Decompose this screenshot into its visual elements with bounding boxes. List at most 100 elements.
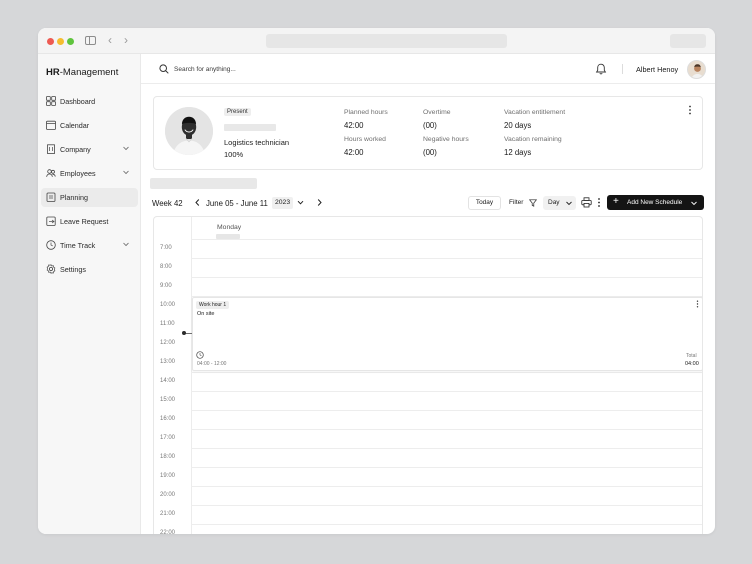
hour-gridline [191,448,702,449]
hour-label: 15:00 [160,397,176,403]
sidebar-item-label: Planning [60,193,88,202]
sidebar-item-calendar[interactable]: Calendar [41,116,138,135]
sidebar-item-employees[interactable]: Employees [41,164,138,183]
day-calendar: Monday 7:00 8:00 9:00 10:00 11:00 12:00 13:00 1… [153,216,703,534]
sidebar-item-settings[interactable]: Settings [41,260,138,279]
year-select[interactable]: 2023 [272,197,294,209]
hour-gridline [191,372,702,373]
hour-gridline [191,410,702,411]
chevron-down-icon[interactable] [122,240,130,248]
hour-label: 12:00 [160,340,176,346]
event-total-label: Total [686,353,697,359]
planned-hours-value: 42:00 [344,121,364,130]
chevron-down-icon [691,201,697,206]
vacation-remaining-label: Vacation remaining [504,136,562,143]
view-select[interactable]: Day [543,196,576,210]
maximize-window-button[interactable] [67,38,74,45]
filter-button[interactable]: Filter [505,196,541,210]
filter-icon [529,199,537,207]
employee-role: Logistics technician [224,138,290,147]
hour-gridline [191,277,702,278]
hour-label: 22:00 [160,530,176,534]
today-button[interactable]: Today [468,196,501,210]
search-input[interactable] [174,62,374,76]
hours-worked-value: 42:00 [344,148,364,157]
plus-icon: + [613,196,619,207]
close-window-button[interactable] [47,38,54,45]
chevron-down-icon[interactable] [122,168,130,176]
add-new-schedule-button[interactable]: + Add New Schedule [607,195,704,210]
more-vertical-icon[interactable] [596,197,602,208]
sidebar-item-label: Calendar [60,121,90,130]
calendar-icon [46,120,56,130]
sidebar-item-dashboard[interactable]: Dashboard [41,92,138,111]
week-label: Week 42 [152,199,183,208]
sidebar-item-company[interactable]: Company [41,140,138,159]
back-arrow-icon[interactable]: ‹ [108,33,112,47]
building-icon [47,144,55,154]
event-time-range: 04:00 - 12:00 [197,361,227,367]
hour-label: 13:00 [160,359,176,365]
sidebar-toggle-icon[interactable] [85,36,96,45]
sidebar-item-label: Time Track [60,241,96,250]
sidebar-item-label: Settings [60,265,86,274]
search-icon [159,64,169,74]
planned-hours-label: Planned hours [344,109,388,116]
bell-icon[interactable] [595,63,607,75]
chevron-down-icon [566,201,572,206]
hours-worked-label: Hours worked [344,136,386,143]
gear-icon [46,264,56,274]
address-bar[interactable] [266,34,507,48]
chevron-right-icon[interactable] [315,198,324,207]
overtime-label: Overtime [423,109,451,116]
sidebar-item-time-track[interactable]: Time Track [41,236,138,255]
hour-label: 16:00 [160,416,176,422]
event-tag: Work hour 1 [196,301,230,309]
hour-label: 19:00 [160,473,176,479]
chevron-down-icon[interactable] [296,198,305,207]
minimize-window-button[interactable] [57,38,64,45]
hour-gridline [191,467,702,468]
print-icon[interactable] [581,197,592,208]
hour-gridline [191,429,702,430]
hour-label: 8:00 [160,264,172,270]
user-name[interactable]: Albert Henoy [636,65,678,74]
hour-gridline [191,391,702,392]
sidebar-item-planning[interactable]: Planning [41,188,138,207]
app-window: ‹ › HR-Management Dashboard Calendar Com… [38,28,715,534]
forward-arrow-icon[interactable]: › [124,33,128,47]
chevron-left-icon[interactable] [193,198,202,207]
hour-label: 20:00 [160,492,176,498]
hour-label: 14:00 [160,378,176,384]
hour-label: 9:00 [160,283,172,289]
current-time-indicator [182,331,186,335]
employee-workload: 100% [224,150,244,159]
more-vertical-icon[interactable] [687,105,693,115]
hour-label: 11:00 [160,321,175,327]
browser-action-button[interactable] [670,34,706,48]
browser-titlebar: ‹ › [38,28,715,54]
sidebar-item-leave-request[interactable]: Leave Request [41,212,138,231]
sidebar-item-label: Employees [60,169,96,178]
users-icon [46,169,56,177]
top-header: Albert Henoy [141,54,715,84]
more-vertical-icon[interactable] [695,300,700,308]
status-badge: Present [224,108,251,116]
negative-hours-label: Negative hours [423,136,469,143]
employee-name-placeholder [224,124,276,131]
header-divider [622,64,623,74]
event-total-value: 04:00 [685,361,699,367]
sidebar: HR-Management Dashboard Calendar Company… [38,54,141,534]
sidebar-item-label: Leave Request [60,217,109,226]
clock-icon [46,240,56,250]
avatar[interactable] [687,60,706,79]
schedule-event[interactable]: Work hour 1 On site 04:00 - 12:00 Total … [192,297,702,371]
negative-hours-value: (00) [423,148,437,157]
chevron-down-icon[interactable] [122,144,130,152]
hour-label: 21:00 [160,511,176,517]
event-subtitle: On site [197,311,215,317]
hour-gridline [191,258,702,259]
overtime-value: (00) [423,121,437,130]
hour-gridline [191,524,702,525]
vacation-remaining-value: 12 days [504,148,532,157]
